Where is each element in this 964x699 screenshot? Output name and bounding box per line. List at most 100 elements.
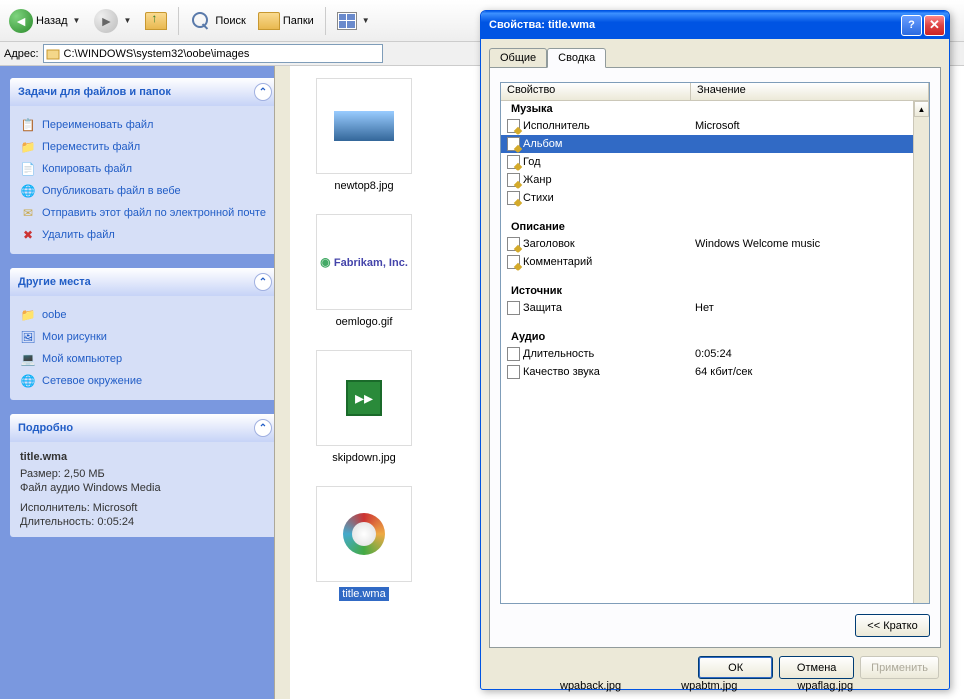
- property-name: Исполнитель: [523, 120, 590, 132]
- edit-icon: [507, 137, 520, 151]
- close-button[interactable]: ✕: [924, 15, 945, 36]
- tab-summary[interactable]: Сводка: [547, 48, 606, 68]
- wma-icon: [343, 513, 385, 555]
- views-icon: [337, 12, 357, 30]
- task-item[interactable]: 📋Переименовать файл: [20, 114, 270, 136]
- apply-button[interactable]: Применить: [860, 656, 939, 679]
- detail-type: Файл аудио Windows Media: [20, 481, 270, 495]
- task-icon: ✉: [20, 205, 36, 221]
- property-value: Microsoft: [691, 120, 929, 132]
- tab-row: Общие Сводка: [481, 39, 949, 67]
- property-row[interactable]: Качество звука64 кбит/сек: [501, 363, 929, 381]
- tasks-panel-header[interactable]: Задачи для файлов и папок ⌃: [10, 78, 280, 106]
- page-icon: [507, 365, 520, 379]
- task-icon: 🌐: [20, 183, 36, 199]
- up-button[interactable]: [140, 5, 172, 37]
- property-row[interactable]: Заголовок Windows Welcome music: [501, 235, 929, 253]
- forward-button[interactable]: ► ▼: [89, 5, 138, 37]
- property-name: Жанр: [523, 174, 552, 186]
- search-button[interactable]: Поиск: [185, 5, 250, 37]
- property-row[interactable]: Год: [501, 153, 929, 171]
- file-name: wpaback.jpg: [560, 680, 621, 692]
- chevron-up-icon: ⌃: [254, 83, 272, 101]
- tasks-panel: Задачи для файлов и папок ⌃ 📋Переименова…: [10, 78, 280, 254]
- scrollbar[interactable]: ▲: [913, 101, 929, 603]
- scroll-up-icon[interactable]: ▲: [914, 101, 929, 117]
- scrollbar[interactable]: [274, 66, 290, 699]
- file-name: wpabtm.jpg: [681, 680, 737, 692]
- place-label: oobe: [42, 309, 66, 321]
- chevron-up-icon: ⌃: [254, 273, 272, 291]
- col-value[interactable]: Значение: [691, 83, 929, 100]
- back-button[interactable]: ◄ Назад ▼: [4, 5, 87, 37]
- property-name: Длительность: [523, 348, 594, 360]
- thumbnail: [316, 78, 412, 174]
- file-item[interactable]: ◉ Fabrikam, Inc. oemlogo.gif: [294, 208, 434, 334]
- task-item[interactable]: 📁Переместить файл: [20, 136, 270, 158]
- chevron-up-icon: ⌃: [254, 419, 272, 437]
- task-icon: 📁: [20, 139, 36, 155]
- property-row[interactable]: Комментарий: [501, 253, 929, 271]
- file-item[interactable]: newtop8.jpg: [294, 72, 434, 198]
- property-name: Комментарий: [523, 256, 592, 268]
- property-row[interactable]: Исполнитель Microsoft: [501, 117, 929, 135]
- place-item[interactable]: 💻Мой компьютер: [20, 348, 270, 370]
- task-label: Отправить этот файл по электронной почте: [42, 207, 266, 219]
- folders-button[interactable]: Папки: [253, 5, 319, 37]
- dialog-titlebar[interactable]: Свойства: title.wma ? ✕: [481, 11, 949, 39]
- task-item[interactable]: 📄Копировать файл: [20, 158, 270, 180]
- place-label: Сетевое окружение: [42, 375, 142, 387]
- file-name: oemlogo.gif: [336, 316, 393, 328]
- page-icon: [507, 301, 520, 315]
- property-name: Заголовок: [523, 238, 575, 250]
- search-label: Поиск: [215, 15, 245, 27]
- property-value: Windows Welcome music: [691, 238, 929, 250]
- place-item[interactable]: 📁 oobe: [20, 304, 270, 326]
- cancel-button[interactable]: Отмена: [779, 656, 854, 679]
- place-item[interactable]: 🌐 Сетевое окружение: [20, 370, 270, 392]
- property-group: Описание: [501, 207, 929, 235]
- place-item[interactable]: 🖼Мои рисунки: [20, 326, 270, 348]
- logo-icon: ◉ Fabrikam, Inc.: [320, 255, 408, 269]
- skip-icon: ▸▸: [346, 380, 382, 416]
- task-label: Удалить файл: [42, 229, 115, 241]
- task-icon: ✖: [20, 227, 36, 243]
- property-row[interactable]: Стихи: [501, 189, 929, 207]
- property-list[interactable]: Свойство Значение МузыкаИсполнительMicro…: [500, 82, 930, 604]
- col-property[interactable]: Свойство: [501, 83, 691, 100]
- place-label: Мои рисунки: [42, 331, 107, 343]
- help-button[interactable]: ?: [901, 15, 922, 36]
- place-icon: 📁: [20, 307, 36, 323]
- brief-button[interactable]: << Кратко: [855, 614, 930, 637]
- task-icon: 📄: [20, 161, 36, 177]
- property-value: Нет: [691, 302, 929, 314]
- property-header[interactable]: Свойство Значение: [501, 83, 929, 101]
- edit-icon: [507, 191, 520, 205]
- detail-filename: title.wma: [20, 450, 270, 467]
- page-icon: [507, 347, 520, 361]
- file-name: title.wma: [339, 587, 388, 601]
- task-pane: Задачи для файлов и папок ⌃ 📋Переименова…: [0, 66, 290, 699]
- property-value: 64 кбит/сек: [691, 366, 929, 378]
- place-icon: 🌐: [20, 373, 36, 389]
- tab-general[interactable]: Общие: [489, 48, 547, 68]
- address-input[interactable]: [43, 44, 383, 63]
- task-item[interactable]: ✉ Отправить этот файл по электронной почт…: [20, 202, 270, 224]
- views-button[interactable]: ▼: [332, 5, 377, 37]
- chevron-down-icon: ▼: [121, 16, 133, 25]
- property-row[interactable]: Альбом: [501, 135, 929, 153]
- file-item[interactable]: title.wma: [294, 480, 434, 606]
- separator: [325, 7, 326, 35]
- file-item[interactable]: ▸▸ skipdown.jpg: [294, 344, 434, 470]
- detail-size: Размер: 2,50 МБ: [20, 467, 270, 481]
- property-row[interactable]: ЗащитаНет: [501, 299, 929, 317]
- places-panel-header[interactable]: Другие места ⌃: [10, 268, 280, 296]
- edit-icon: [507, 237, 520, 251]
- property-row[interactable]: Жанр: [501, 171, 929, 189]
- ok-button[interactable]: ОК: [698, 656, 773, 679]
- property-row[interactable]: Длительность0:05:24: [501, 345, 929, 363]
- task-item[interactable]: ✖ Удалить файл: [20, 224, 270, 246]
- task-item[interactable]: 🌐Опубликовать файл в вебе: [20, 180, 270, 202]
- details-panel-header[interactable]: Подробно ⌃: [10, 414, 280, 442]
- folders-label: Папки: [283, 15, 314, 27]
